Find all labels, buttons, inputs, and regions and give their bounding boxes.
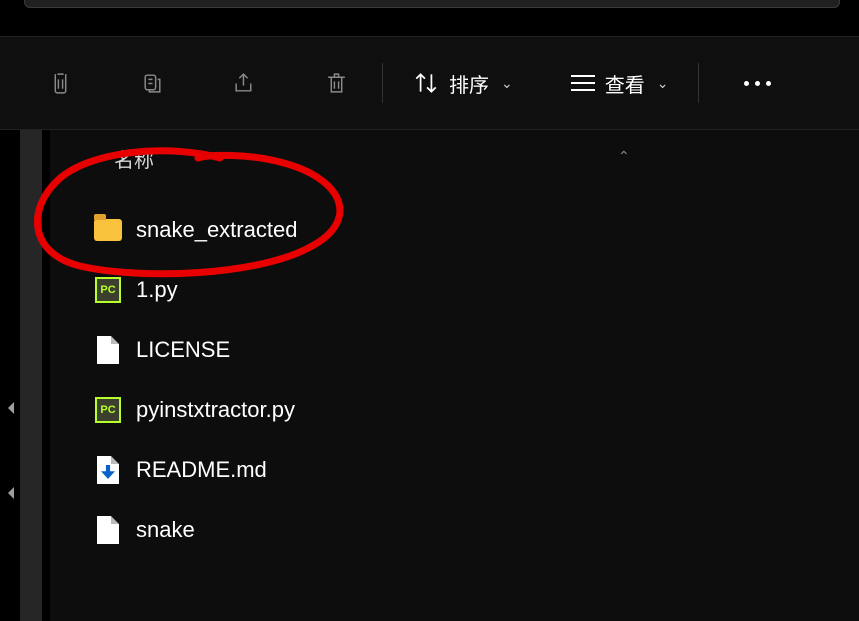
file-icon	[94, 336, 122, 364]
toolbar: 排序 ⌄ 查看 ⌄	[0, 36, 859, 130]
column-resize-caret[interactable]: ⌃	[618, 148, 630, 165]
trash-icon	[324, 71, 349, 96]
file-list: snake_extracted PC 1.py LICENSE PC pyins…	[90, 200, 859, 560]
share-icon	[232, 71, 257, 96]
toolbar-separator	[382, 63, 383, 103]
markdown-file-icon	[94, 456, 122, 484]
sort-label: 排序	[449, 69, 489, 98]
share-button[interactable]	[210, 55, 278, 111]
list-item[interactable]: README.md	[90, 440, 859, 500]
python-file-icon: PC	[94, 396, 122, 424]
list-item[interactable]: snake_extracted	[90, 200, 859, 260]
file-name: snake_extracted	[136, 217, 297, 243]
chevron-down-icon: ⌄	[501, 75, 513, 92]
file-name: LICENSE	[136, 337, 230, 363]
sort-button[interactable]: 排序 ⌄	[395, 55, 531, 111]
file-name: 1.py	[136, 277, 178, 303]
copy-icon	[140, 71, 165, 96]
file-icon	[94, 516, 122, 544]
nav-collapse-strip[interactable]	[20, 130, 42, 621]
file-name: README.md	[136, 457, 267, 483]
column-header-name-label: 名称	[114, 144, 154, 173]
copy-button[interactable]	[118, 55, 186, 111]
view-icon	[571, 75, 595, 91]
delete-button[interactable]	[302, 55, 370, 111]
list-item[interactable]: PC pyinstxtractor.py	[90, 380, 859, 440]
list-item[interactable]: LICENSE	[90, 320, 859, 380]
cut-icon	[48, 71, 73, 96]
cut-button[interactable]	[26, 55, 94, 111]
folder-icon	[94, 216, 122, 244]
chevron-down-icon: ⌄	[657, 75, 669, 92]
address-bar-fragment	[24, 0, 840, 8]
toolbar-separator	[698, 63, 699, 103]
python-file-icon: PC	[94, 276, 122, 304]
column-header-name[interactable]: 名称	[114, 144, 154, 173]
dots-icon	[744, 81, 749, 86]
view-button[interactable]: 查看 ⌄	[553, 55, 687, 111]
list-item[interactable]: snake	[90, 500, 859, 560]
overflow-button[interactable]	[725, 55, 789, 111]
sort-icon	[413, 70, 439, 96]
file-name: pyinstxtractor.py	[136, 397, 295, 423]
file-pane: 名称 ⌃ snake_extracted PC 1.py LICENSE PC …	[50, 130, 859, 621]
list-item[interactable]: PC 1.py	[90, 260, 859, 320]
file-name: snake	[136, 517, 195, 543]
view-label: 查看	[605, 69, 645, 98]
